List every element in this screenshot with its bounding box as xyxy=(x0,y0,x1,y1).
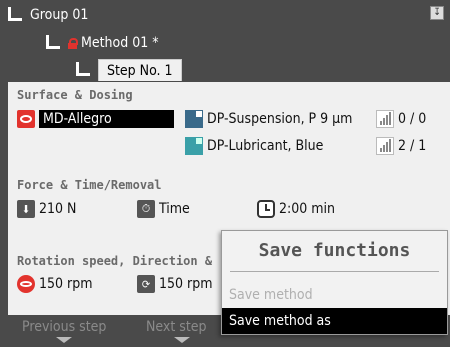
surface-selector[interactable]: MD-Allegro xyxy=(17,109,174,129)
popup-divider xyxy=(230,271,439,272)
force-item[interactable]: ⬇ 210 N xyxy=(17,199,76,219)
suspension-bottle-icon xyxy=(185,110,203,128)
tree-group-row[interactable]: Group 01 xyxy=(8,6,88,24)
section-title-rotation: Rotation speed, Direction & xyxy=(17,254,213,268)
force-value: 210 N xyxy=(39,201,77,217)
tree-elbow-icon xyxy=(8,7,24,23)
tree-method-row[interactable]: Method 01 * xyxy=(46,34,159,52)
time-item[interactable]: 2:00 min xyxy=(257,199,335,219)
force-down-arrow-icon: ⬇ xyxy=(17,200,35,218)
holder-speed-value: 150 rpm xyxy=(159,276,213,292)
dosing-level-icon xyxy=(376,110,394,128)
holder-rotation-icon: ⟳ xyxy=(137,275,155,293)
download-icon[interactable]: ↧ xyxy=(430,6,444,20)
lubricant-bottle-icon xyxy=(185,137,203,155)
lubricant-item[interactable]: DP-Lubricant, Blue xyxy=(185,136,323,156)
next-step-button[interactable]: Next step xyxy=(146,319,207,335)
section-title-surface: Surface & Dosing xyxy=(17,88,133,102)
suspension-dosing-level[interactable]: 0 / 0 xyxy=(376,109,426,129)
save-method-menu-item[interactable]: Save method xyxy=(222,282,447,308)
surface-value: MD-Allegro xyxy=(39,110,174,128)
disc-speed-item[interactable]: 150 rpm xyxy=(17,274,92,294)
suspension-value: DP-Suspension, P 9 µm xyxy=(207,111,353,127)
clock-icon xyxy=(257,200,275,218)
disc-rotation-icon xyxy=(17,275,35,293)
surface-disc-icon xyxy=(17,110,35,128)
mode-item[interactable]: ⏱ Time xyxy=(137,199,190,219)
suspension-item[interactable]: DP-Suspension, P 9 µm xyxy=(185,109,352,129)
save-functions-menu: Save functions Save method Save method a… xyxy=(221,230,448,335)
next-step-arrow-icon xyxy=(174,337,190,343)
tree-elbow-icon xyxy=(46,35,62,51)
time-value: 2:00 min xyxy=(279,201,336,217)
tree-method-label: Method 01 * xyxy=(81,35,159,51)
mode-value: Time xyxy=(159,201,190,217)
suspension-level-value: 0 / 0 xyxy=(398,111,427,127)
tree-elbow-icon xyxy=(76,62,92,78)
time-mode-icon: ⏱ xyxy=(137,200,155,218)
lubricant-level-value: 2 / 1 xyxy=(398,138,427,154)
disc-speed-value: 150 rpm xyxy=(39,276,93,292)
previous-step-button[interactable]: Previous step xyxy=(22,319,106,335)
holder-speed-item[interactable]: ⟳ 150 rpm xyxy=(137,274,212,294)
tree-group-label: Group 01 xyxy=(30,7,89,23)
previous-step-arrow-icon xyxy=(56,337,72,343)
tree-step-row[interactable]: Step No. 1 xyxy=(76,58,182,82)
lubricant-value: DP-Lubricant, Blue xyxy=(207,138,324,154)
method-tree: Group 01 Method 01 * Step No. 1 ↧ xyxy=(0,0,450,82)
lock-icon xyxy=(68,37,78,49)
lubricant-dosing-level[interactable]: 2 / 1 xyxy=(376,136,426,156)
app-frame: Group 01 Method 01 * Step No. 1 ↧ Surfac… xyxy=(0,0,450,347)
section-title-force: Force & Time/Removal xyxy=(17,178,162,192)
tab-step[interactable]: Step No. 1 xyxy=(98,59,182,81)
save-functions-title: Save functions xyxy=(258,240,411,261)
save-method-as-menu-item[interactable]: Save method as xyxy=(222,308,447,334)
dosing-level-icon xyxy=(376,137,394,155)
